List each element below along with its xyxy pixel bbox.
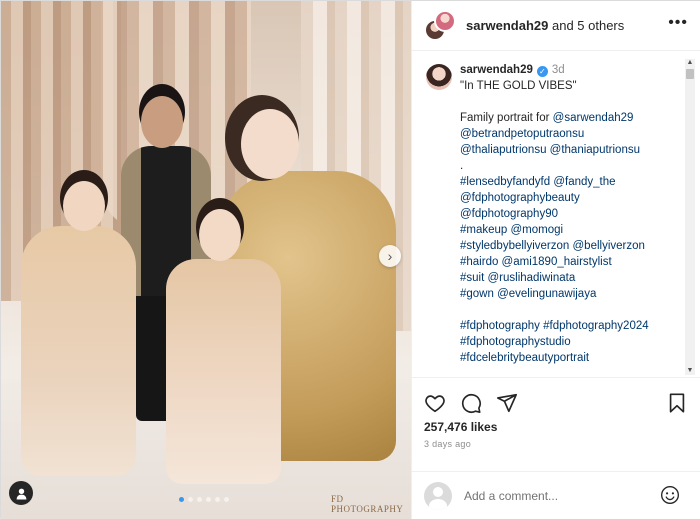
carousel-dot [188,497,193,502]
carousel-indicator [179,497,229,502]
caption-username[interactable]: sarwendah29 [460,64,533,76]
current-user-avatar [424,481,452,510]
bookmark-icon [669,393,685,413]
post-photo[interactable]: FD PHOTOGRAPHY › [1,1,411,519]
caption-link[interactable]: #fdcelebritybeautyportrait [460,352,589,364]
carousel-dot [224,497,229,502]
header-username-link[interactable]: sarwendah29 [466,18,548,33]
header-others-link[interactable]: and 5 others [548,18,624,33]
caption-link[interactable]: #fdphotography #fdphotography2024 [460,320,649,332]
caption-line: #fdphotography #fdphotography2024 [460,318,649,334]
carousel-dot [179,497,184,502]
caption-link[interactable]: #fdphotographystudio [460,336,571,348]
post-timestamp[interactable]: 3 days ago [424,439,471,449]
caption-link[interactable]: #hairdo @ami1890_hairstylist [460,256,612,268]
caption-line: #fdphotographystudio [460,334,649,350]
mother-head [241,109,299,179]
caption-link[interactable]: #lensedbyfandyfd @fandy_the [460,176,616,188]
caption-line: #hairdo @ami1890_hairstylist [460,254,649,270]
caption-text-segment: . [460,160,464,172]
verified-badge-icon: ✓ [536,66,548,77]
carousel-dot [197,497,202,502]
caption-line: "In THE GOLD VIBES" [460,78,649,94]
bookmark-button[interactable] [666,392,688,419]
caption-line: #lensedbyfandyfd @fandy_the [460,174,649,190]
caption-line: . [460,158,649,174]
header-usernames: sarwendah29 and 5 others [466,18,624,33]
caption-time[interactable]: 3d [552,64,565,76]
caption-body: sarwendah29 ✓ 3d "In THE GOLD VIBES" Family… [460,62,649,366]
caption-line: #suit @ruslihadiwinata [460,270,649,286]
collab-avatars[interactable] [424,9,456,42]
caption-link[interactable]: @fdphotographybeauty [460,192,580,204]
younger-girl-head [199,209,241,261]
caption-line: Family portrait for @sarwendah29 [460,110,649,126]
caption-line: @betrandpetoputraonsu [460,126,649,142]
photo-watermark: FD PHOTOGRAPHY [331,494,404,514]
heart-icon[interactable] [424,392,446,414]
post-actions: 257,476 likes 3 days ago [412,377,700,471]
avatar [434,9,456,32]
instagram-post-modal: FD PHOTOGRAPHY › sarwendah29 and 5 other… [0,0,700,519]
older-girl-dress [21,226,136,476]
emoji-button[interactable] [660,485,680,510]
comment-icon[interactable] [460,392,482,414]
post-header: sarwendah29 and 5 others ••• [412,1,700,51]
caption-scrollbar[interactable]: ▲ ▼ [685,59,695,375]
caption-link[interactable]: #makeup @momogi [460,224,563,236]
caption-text-segment: "In THE GOLD VIBES" [460,80,577,92]
caption-link[interactable]: @fdphotography90 [460,208,558,220]
older-girl-head [63,181,105,231]
action-icons [424,392,518,414]
more-options-button[interactable]: ••• [668,15,688,31]
likes-count[interactable]: 257,476 likes [424,420,497,434]
scroll-down-arrow-icon[interactable]: ▼ [685,367,695,375]
caption-link[interactable]: #gown @evelingunawijaya [460,288,596,300]
comment-input[interactable] [464,488,664,503]
caption-text-segment: Family portrait for [460,112,553,124]
carousel-dot [215,497,220,502]
caption-line: #fdcelebritybeautyportrait [460,350,649,366]
post-side-panel: sarwendah29 and 5 others ••• sarwendah29… [411,1,700,519]
comment-bar [412,471,700,519]
caption-row: sarwendah29 ✓ 3d "In THE GOLD VIBES" Family… [426,62,680,366]
caption-text: "In THE GOLD VIBES" Family portrait for @… [460,78,649,366]
caption-link[interactable]: #styledbybellyiverzon @bellyiverzon [460,240,645,252]
user-icon [16,488,26,499]
caption-line: #makeup @momogi [460,222,649,238]
boy-head [141,96,183,148]
caption-link[interactable]: @betrandpetoputraonsu [460,128,584,140]
carousel-next-button[interactable]: › [379,245,401,267]
caption-line: @fdphotography90 [460,206,649,222]
caption-area: sarwendah29 ✓ 3d "In THE GOLD VIBES" Family… [412,52,700,377]
chevron-right-icon: › [387,248,393,264]
caption-avatar[interactable] [426,64,452,90]
tagged-users-button[interactable] [9,481,33,505]
scrollbar-track [685,59,695,375]
scrollbar-thumb[interactable] [686,69,694,79]
share-icon[interactable] [496,392,518,414]
caption-line: #styledbybellyiverzon @bellyiverzon [460,238,649,254]
caption-mention-link[interactable]: @sarwendah29 [553,112,634,124]
younger-girl-dress [166,259,281,484]
caption-line: #gown @evelingunawijaya [460,286,649,302]
smiley-icon [661,486,679,504]
caption-link[interactable]: #suit @ruslihadiwinata [460,272,575,284]
caption-meta: sarwendah29 ✓ 3d [460,62,649,78]
caption-line: @thaliaputrionsu @thaniaputrionsu [460,142,649,158]
carousel-dot [206,497,211,502]
caption-link[interactable]: @thaliaputrionsu @thaniaputrionsu [460,144,640,156]
scroll-up-arrow-icon[interactable]: ▲ [685,59,695,67]
caption-line: @fdphotographybeauty [460,190,649,206]
